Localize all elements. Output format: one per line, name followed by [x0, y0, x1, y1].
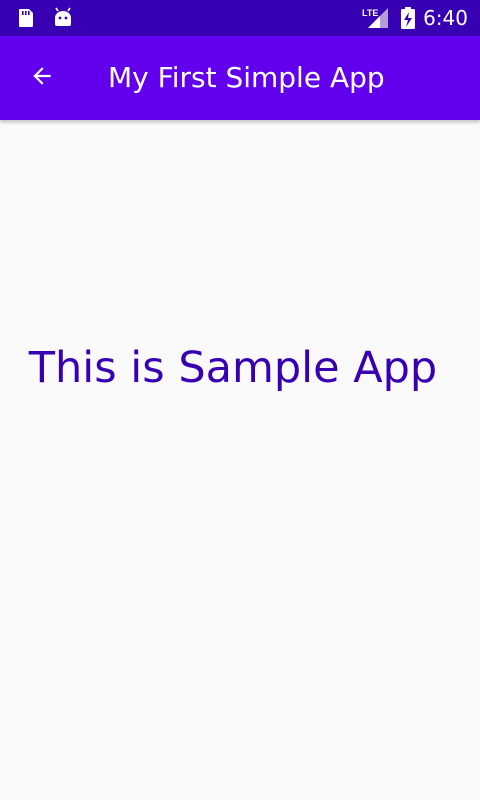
status-bar: LTE 6:40 — [0, 0, 480, 36]
battery-charging-icon — [398, 6, 418, 30]
sd-card-icon — [14, 6, 38, 30]
main-content: This is Sample App — [0, 120, 480, 800]
app-bar: My First Simple App — [0, 36, 480, 120]
app-title: My First Simple App — [108, 61, 385, 94]
sample-text: This is Sample App — [28, 343, 438, 393]
svg-text:LTE: LTE — [362, 8, 378, 18]
back-button[interactable] — [18, 54, 66, 102]
arrow-back-icon — [29, 63, 55, 94]
status-time: 6:40 — [423, 6, 468, 30]
android-icon — [51, 6, 75, 30]
lte-signal-icon: LTE — [362, 6, 390, 30]
